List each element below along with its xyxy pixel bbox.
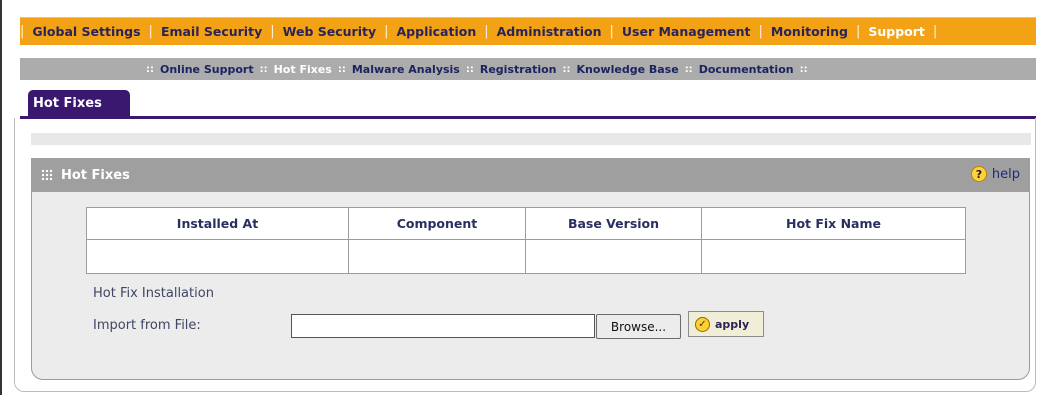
- check-icon: ✓: [695, 316, 710, 332]
- top-nav-user-management[interactable]: User Management: [614, 24, 759, 39]
- sub-nav-separator: ::: [259, 63, 268, 75]
- sub-nav-separator: ::: [684, 63, 693, 75]
- table-cell: [86, 239, 349, 274]
- hot-fix-installation-label: Hot Fix Installation: [93, 286, 214, 301]
- sub-nav-separator: ::: [146, 63, 154, 75]
- sub-nav-registration[interactable]: Registration: [480, 63, 557, 76]
- column-header-base-version: Base Version: [525, 207, 702, 240]
- top-nav-web-security[interactable]: Web Security: [275, 24, 384, 39]
- sub-nav-separator: ::: [465, 63, 474, 75]
- grip-icon: [41, 169, 53, 181]
- panel-title: Hot Fixes: [61, 167, 130, 183]
- top-nav-application[interactable]: Application: [389, 24, 485, 39]
- nav-separator: |: [932, 24, 938, 39]
- sub-nav-separator: ::: [799, 63, 808, 75]
- sub-nav-separator: ::: [337, 63, 346, 75]
- sub-nav-online-support[interactable]: Online Support: [160, 63, 254, 76]
- help-label: help: [991, 166, 1020, 182]
- import-from-file-label: Import from File:: [93, 318, 201, 333]
- column-header-hot-fix-name: Hot Fix Name: [701, 207, 966, 240]
- top-nav-global-settings[interactable]: Global Settings: [24, 24, 148, 39]
- sub-nav-knowledge-base[interactable]: Knowledge Base: [577, 63, 679, 76]
- sub-nav-separator: ::: [562, 63, 571, 75]
- info-bar: [31, 133, 1031, 145]
- tab-hot-fixes[interactable]: Hot Fixes: [28, 90, 130, 117]
- file-path-input[interactable]: [291, 314, 595, 338]
- hot-fixes-table: Installed At Component Base Version Hot …: [86, 207, 966, 274]
- browse-button[interactable]: Browse...: [596, 314, 681, 339]
- table-cell: [525, 239, 702, 274]
- top-nav: | Global Settings | Email Security | Web…: [20, 17, 1036, 45]
- help-link[interactable]: ? help: [970, 166, 1020, 182]
- table-header-row: Installed At Component Base Version Hot …: [86, 207, 966, 240]
- panel-header: Hot Fixes ? help: [31, 158, 1030, 192]
- table-cell: [348, 239, 526, 274]
- page: | Global Settings | Email Security | Web…: [0, 0, 1042, 395]
- top-nav-monitoring[interactable]: Monitoring: [763, 24, 856, 39]
- column-header-installed-at: Installed At: [86, 207, 349, 240]
- top-nav-support[interactable]: Support: [860, 24, 933, 39]
- sub-nav-documentation[interactable]: Documentation: [699, 63, 794, 76]
- table-cell: [701, 239, 966, 274]
- left-border: [0, 0, 2, 395]
- top-nav-administration[interactable]: Administration: [489, 24, 610, 39]
- apply-label: apply: [715, 317, 750, 331]
- column-header-component: Component: [348, 207, 526, 240]
- apply-button[interactable]: ✓ apply: [688, 311, 764, 337]
- question-icon: ?: [970, 166, 987, 182]
- table-row: [86, 239, 966, 274]
- sub-nav: :: Online Support :: Hot Fixes :: Malwar…: [20, 58, 1036, 80]
- sub-nav-hot-fixes[interactable]: Hot Fixes: [274, 63, 332, 76]
- top-nav-email-security[interactable]: Email Security: [153, 24, 270, 39]
- sub-nav-malware-analysis[interactable]: Malware Analysis: [352, 63, 460, 76]
